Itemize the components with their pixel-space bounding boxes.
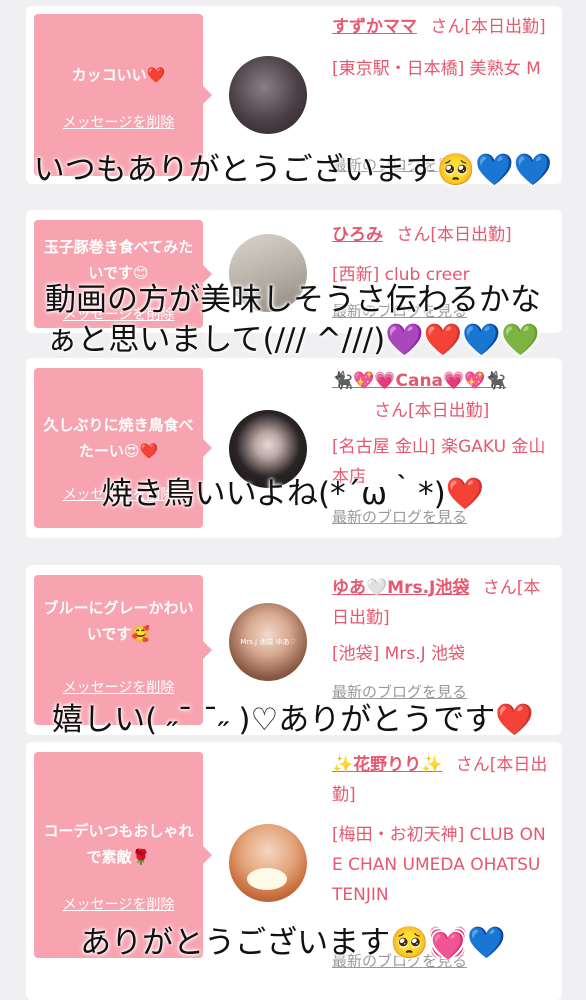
message-text: ブルーにグレーかわいいです🥰 <box>43 599 194 643</box>
cast-status: さん[本日出勤] <box>396 225 512 245</box>
cast-status: さん[本日出勤] <box>430 17 546 37</box>
avatar[interactable] <box>229 824 307 902</box>
message-text: 久しぶりに焼き鳥食べたーい😍❤️ <box>43 416 194 460</box>
overlay-caption-1: いつもありがとうございます🥺💙💙 <box>33 152 553 188</box>
delete-message-link[interactable]: メッセージを削除 <box>34 677 203 697</box>
cast-name-link[interactable]: ゆあ🤍Mrs.J池袋 <box>332 578 469 598</box>
cast-info: ゆあ🤍Mrs.J池袋 さん[本日出勤] [池袋] Mrs.J 池袋 <box>332 573 550 669</box>
avatar[interactable]: Mrs.J 池袋 ゆあ♡ <box>229 603 307 681</box>
cast-name-link[interactable]: すずかママ <box>332 17 417 37</box>
overlay-caption-4: 嬉しい( ˶¯ ¯˶ )♡ありがとうです❤️ <box>52 702 534 738</box>
cast-name-link[interactable]: ひろみ <box>332 225 383 245</box>
overlay-caption-5: ありがとうございます🥺💓💙 <box>80 925 506 961</box>
cast-name-link[interactable]: 🐈‍⬛💖💗Cana💗💖🐈‍⬛ <box>332 371 507 391</box>
avatar-watermark: Mrs.J 池袋 ゆあ♡ <box>240 638 296 646</box>
cast-name-link[interactable]: ✨花野りり✨ <box>332 755 442 775</box>
cast-status: さん[本日出勤] <box>374 401 490 421</box>
cast-info: すずかママ さん[本日出勤] [東京駅・日本橋] 美熟女 M <box>332 12 550 84</box>
latest-blog-link[interactable]: 最新のブログを見る <box>332 681 467 702</box>
message-text: コーデいつもおしゃれで素敵🌹 <box>43 822 194 866</box>
avatar[interactable] <box>229 56 307 134</box>
delete-message-link[interactable]: メッセージを削除 <box>34 894 203 914</box>
cast-area-shop[interactable]: [東京駅・日本橋] 美熟女 M <box>332 54 541 84</box>
cast-area-shop[interactable]: [池袋] Mrs.J 池袋 <box>332 639 465 669</box>
overlay-caption-2-line-2: ぁと思いまして(/// ^///)💜❤️💙💚 <box>46 322 540 358</box>
message-text: 玉子豚巻き食べてみたいです😊 <box>43 238 194 282</box>
flower-decoration <box>247 868 287 890</box>
message-text: カッコいい❤️ <box>71 66 166 84</box>
overlay-caption-3: 焼き鳥いいよね(*´ω｀*)❤️ <box>101 476 485 512</box>
delete-message-link[interactable]: メッセージを削除 <box>34 112 203 132</box>
cast-info: ✨花野りり✨ さん[本日出勤] [梅田・お初天神] CLUB ONE CHAN … <box>332 750 550 910</box>
overlay-caption-2-line-1: 動画の方が美味しそうさ伝わるかな <box>45 282 541 318</box>
cast-area-shop[interactable]: [梅田・お初天神] CLUB ONE CHAN UMEDA OHATSUTENJ… <box>332 820 550 910</box>
